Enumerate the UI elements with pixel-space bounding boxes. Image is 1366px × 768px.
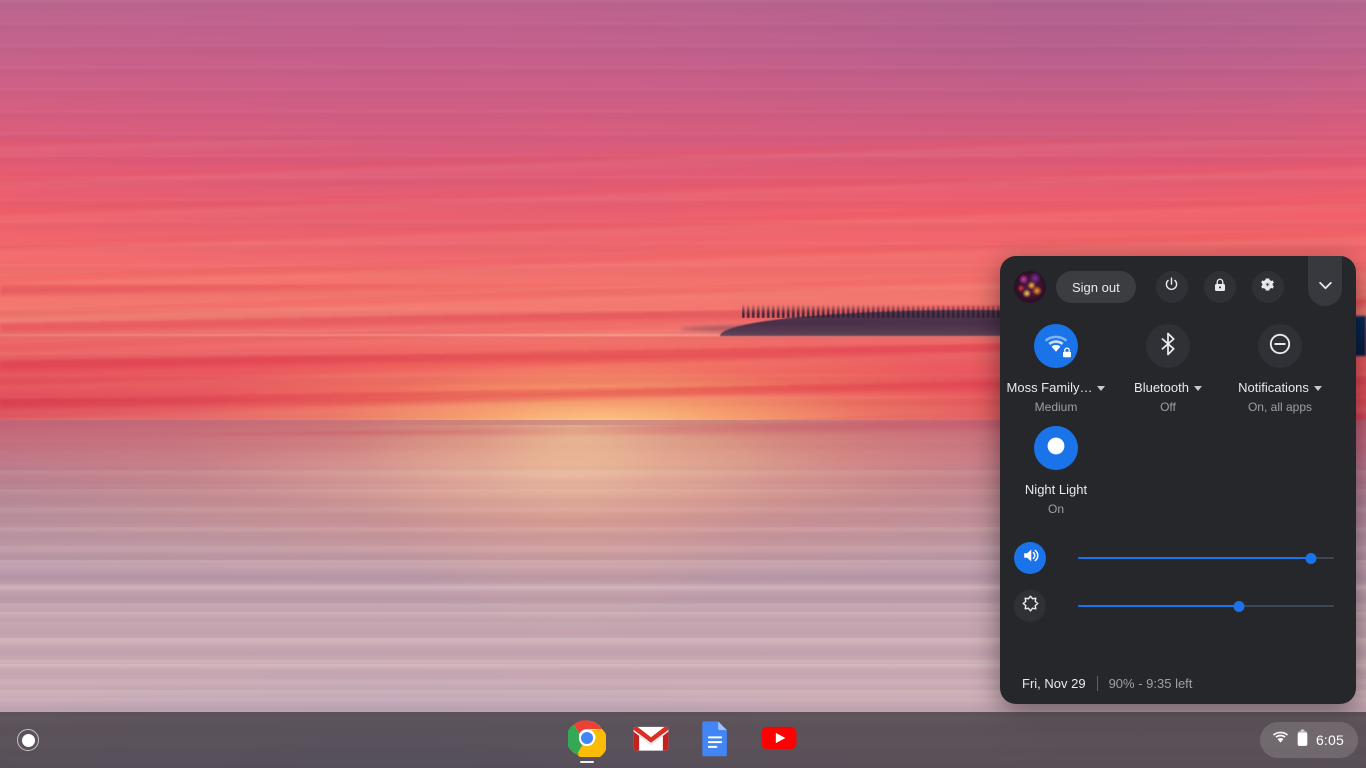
notifications-pod-label: Notifications xyxy=(1238,381,1309,395)
avatar[interactable] xyxy=(1014,271,1046,303)
battery-icon xyxy=(1297,729,1308,752)
google-docs-icon xyxy=(696,719,734,762)
network-pod-label: Moss Family… xyxy=(1006,381,1093,395)
lock-icon xyxy=(1212,277,1228,298)
volume-up-icon xyxy=(1021,546,1040,570)
chevron-down-icon xyxy=(1318,277,1333,295)
night-light-pod-icon xyxy=(1034,426,1078,470)
moon-icon xyxy=(1044,434,1068,463)
clock-label: 6:05 xyxy=(1315,732,1344,748)
power-icon xyxy=(1163,276,1180,298)
notifications-pod[interactable]: Notifications On, all apps xyxy=(1224,324,1336,414)
youtube-icon xyxy=(760,719,798,762)
night-light-pod-sublabel: On xyxy=(1047,502,1064,516)
brightness-slider-track[interactable] xyxy=(1078,596,1334,616)
shelf-app-chrome[interactable] xyxy=(563,716,611,764)
settings-button[interactable] xyxy=(1251,271,1284,303)
lock-badge-icon xyxy=(1062,345,1072,363)
night-light-pod[interactable]: Night Light On xyxy=(1000,426,1112,516)
volume-slider-thumb[interactable] xyxy=(1305,552,1317,564)
battery-label[interactable]: 90% - 9:35 left xyxy=(1109,676,1193,691)
shelf-app-gmail[interactable] xyxy=(627,716,675,764)
gear-icon xyxy=(1259,276,1276,298)
network-pod-icon xyxy=(1034,324,1078,368)
network-pod-sublabel: Medium xyxy=(1034,400,1078,414)
shelf-app-docs[interactable] xyxy=(691,716,739,764)
chevron-down-icon[interactable] xyxy=(1193,385,1202,391)
launcher-dot xyxy=(21,733,35,747)
wifi-icon xyxy=(1272,731,1289,749)
bluetooth-pod[interactable]: Bluetooth Off xyxy=(1112,324,1224,414)
notifications-pod-label-row: Notifications xyxy=(1238,381,1322,395)
sign-out-label: Sign out xyxy=(1072,279,1120,295)
volume-slider-fill xyxy=(1078,557,1311,559)
sign-out-button[interactable]: Sign out xyxy=(1056,271,1136,303)
bluetooth-icon xyxy=(1158,332,1178,361)
bluetooth-pod-icon xyxy=(1146,324,1190,368)
chevron-down-icon[interactable] xyxy=(1097,385,1106,391)
launcher-button[interactable] xyxy=(6,718,50,762)
bluetooth-pod-sublabel: Off xyxy=(1160,400,1176,414)
feature-pods-row-2: Night Light On xyxy=(1000,414,1356,516)
app-active-indicator xyxy=(580,760,594,763)
collapse-panel-button[interactable] xyxy=(1308,256,1342,306)
notifications-pod-sublabel: On, all apps xyxy=(1247,400,1313,414)
power-button[interactable] xyxy=(1155,271,1188,303)
chrome-icon xyxy=(566,719,608,762)
brightness-button[interactable] xyxy=(1014,590,1046,622)
status-tray-button[interactable]: 6:05 xyxy=(1259,722,1358,758)
shelf-app-list xyxy=(563,712,803,768)
night-light-pod-label: Night Light xyxy=(1024,483,1088,497)
do-not-disturb-icon xyxy=(1268,332,1292,361)
volume-slider-row xyxy=(1000,536,1356,580)
volume-button[interactable] xyxy=(1014,542,1046,574)
quick-settings-panel: Sign out Moss Family… Medium Bluetooth O… xyxy=(1000,256,1356,704)
shelf: 6:05 xyxy=(0,712,1366,768)
brightness-icon xyxy=(1021,594,1040,618)
lock-button[interactable] xyxy=(1203,271,1236,303)
network-pod[interactable]: Moss Family… Medium xyxy=(1000,324,1112,414)
brightness-slider-row xyxy=(1000,584,1356,628)
quick-settings-header: Sign out xyxy=(1000,256,1356,318)
feature-pods-row-1: Moss Family… Medium Bluetooth Off Notifi… xyxy=(1000,318,1356,414)
date-label[interactable]: Fri, Nov 29 xyxy=(1022,676,1086,691)
gmail-icon xyxy=(632,719,670,762)
brightness-slider-thumb[interactable] xyxy=(1233,600,1245,612)
quick-settings-footer: Fri, Nov 29 90% - 9:35 left xyxy=(1000,662,1356,704)
desktop: Sign out Moss Family… Medium Bluetooth O… xyxy=(0,0,1366,768)
launcher-icon xyxy=(17,729,39,751)
shelf-app-youtube[interactable] xyxy=(755,716,803,764)
bluetooth-pod-label-row: Bluetooth xyxy=(1134,381,1202,395)
notifications-pod-icon xyxy=(1258,324,1302,368)
volume-slider-track[interactable] xyxy=(1078,548,1334,568)
chevron-down-icon[interactable] xyxy=(1313,385,1322,391)
night-light-pod-label-row: Night Light xyxy=(1025,483,1087,497)
network-pod-label-row: Moss Family… xyxy=(1007,381,1106,395)
brightness-slider-fill xyxy=(1078,605,1240,607)
footer-divider xyxy=(1096,675,1098,691)
header-icon-group xyxy=(1155,271,1284,303)
bluetooth-pod-label: Bluetooth xyxy=(1134,381,1189,395)
